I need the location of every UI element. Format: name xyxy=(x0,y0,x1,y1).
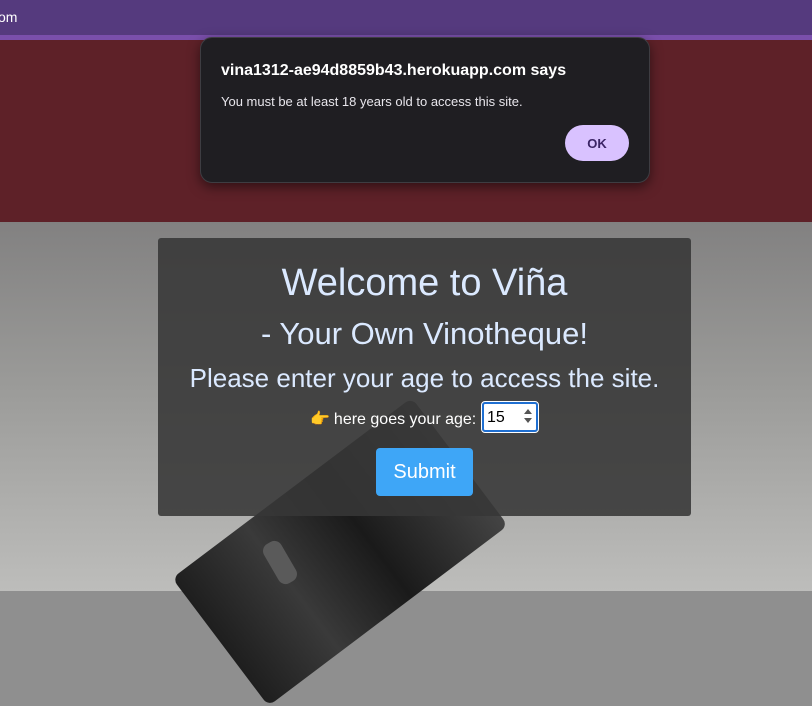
age-label: 👉 here goes your age: xyxy=(310,409,476,429)
page-title: Welcome to Viña xyxy=(281,262,568,304)
submit-button[interactable]: Submit xyxy=(376,448,473,496)
stepper-down-icon[interactable] xyxy=(524,418,532,423)
age-label-text: here goes your age: xyxy=(333,411,477,428)
browser-tab-bar: om xyxy=(0,0,812,35)
page-subtitle: - Your Own Vinotheque! xyxy=(261,316,588,351)
alert-dialog: vina1312-ae94d8859b43.herokuapp.com says… xyxy=(200,37,650,183)
dialog-message: You must be at least 18 years old to acc… xyxy=(221,94,523,109)
age-stepper[interactable] xyxy=(523,407,533,427)
pointing-hand-icon: 👉 xyxy=(310,411,330,428)
dialog-title: vina1312-ae94d8859b43.herokuapp.com says xyxy=(221,62,567,79)
age-input[interactable]: 15 xyxy=(481,401,539,433)
age-input-value: 15 xyxy=(487,409,505,426)
age-instruction: Please enter your age to access the site… xyxy=(189,363,660,393)
ok-button[interactable]: OK xyxy=(565,125,629,161)
stepper-up-icon[interactable] xyxy=(524,409,532,414)
tab-title[interactable]: om xyxy=(0,9,17,25)
age-row: 👉 here goes your age: 15 xyxy=(158,401,691,434)
age-gate-panel: Welcome to Viña - Your Own Vinotheque! P… xyxy=(158,238,691,516)
